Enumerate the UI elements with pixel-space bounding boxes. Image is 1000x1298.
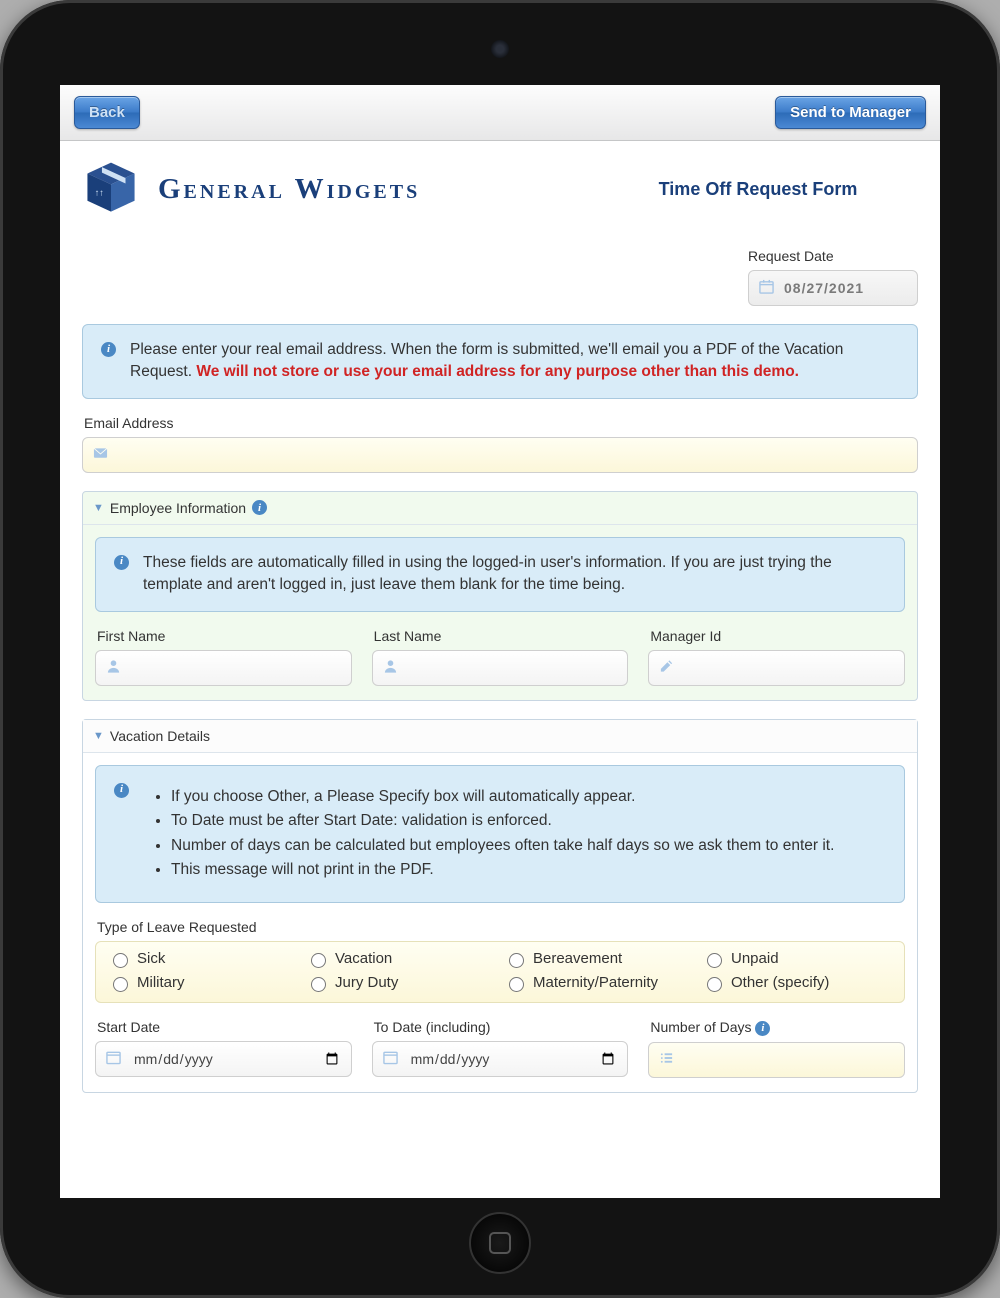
vacation-details-section: ▼ Vacation Details i If you choose Other… xyxy=(82,719,918,1093)
num-days-label: Number of Days i xyxy=(650,1019,903,1036)
email-notice: i Please enter your real email address. … xyxy=(82,324,918,399)
leave-type-radio[interactable] xyxy=(509,977,524,992)
manager-id-label: Manager Id xyxy=(650,628,903,644)
leave-type-text: Military xyxy=(137,974,185,991)
leave-type-text: Other (specify) xyxy=(731,974,829,991)
first-name-field[interactable] xyxy=(95,650,352,686)
to-date-field[interactable] xyxy=(372,1041,629,1077)
leave-type-text: Jury Duty xyxy=(335,974,398,991)
request-date-display: 08/27/2021 xyxy=(748,270,918,306)
leave-type-option[interactable]: Vacation xyxy=(306,950,496,968)
employee-info-notice-text: These fields are automatically filled in… xyxy=(143,552,886,597)
info-icon: i xyxy=(101,342,116,357)
info-icon: i xyxy=(114,783,129,798)
vacation-details-title: Vacation Details xyxy=(110,728,210,744)
mail-icon xyxy=(93,445,108,464)
first-name-label: First Name xyxy=(97,628,350,644)
info-icon[interactable]: i xyxy=(252,500,267,515)
start-date-input[interactable] xyxy=(132,1050,341,1068)
leave-type-text: Vacation xyxy=(335,950,392,967)
tablet-frame: Back Send to Manager ↑↑ General Widgets … xyxy=(0,0,1000,1298)
info-icon[interactable]: i xyxy=(755,1021,770,1036)
last-name-field[interactable] xyxy=(372,650,629,686)
start-date-field[interactable] xyxy=(95,1041,352,1077)
vacation-notice: i If you choose Other, a Please Specify … xyxy=(95,765,905,903)
email-notice-warning: We will not store or use your email addr… xyxy=(196,363,799,380)
brand-logo-block: ↑↑ General Widgets xyxy=(82,159,420,220)
num-days-field[interactable] xyxy=(648,1042,905,1078)
edit-icon xyxy=(659,658,674,677)
person-icon xyxy=(383,658,398,677)
back-button[interactable]: Back xyxy=(74,96,140,129)
form-content: ↑↑ General Widgets Time Off Request Form… xyxy=(60,141,940,1196)
to-date-label: To Date (including) xyxy=(374,1019,627,1035)
leave-type-text: Sick xyxy=(137,950,165,967)
calendar-icon xyxy=(383,1049,398,1068)
send-to-manager-button[interactable]: Send to Manager xyxy=(775,96,926,129)
leave-type-option[interactable]: Other (specify) xyxy=(702,974,892,992)
leave-type-label: Type of Leave Requested xyxy=(97,919,903,935)
leave-type-text: Unpaid xyxy=(731,950,779,967)
vacation-details-header[interactable]: ▼ Vacation Details xyxy=(83,720,917,753)
leave-type-text: Bereavement xyxy=(533,950,622,967)
vacation-notice-item: To Date must be after Start Date: valida… xyxy=(171,810,834,832)
vacation-notice-item: Number of days can be calculated but emp… xyxy=(171,835,834,857)
manager-id-field[interactable] xyxy=(648,650,905,686)
leave-type-radio[interactable] xyxy=(707,953,722,968)
employee-info-header[interactable]: ▼ Employee Information i xyxy=(83,492,917,525)
leave-type-option[interactable]: Bereavement xyxy=(504,950,694,968)
leave-type-radio[interactable] xyxy=(113,953,128,968)
leave-type-group: Sick Vacation Bereavement Unpaid Military Jur… xyxy=(95,941,905,1003)
person-icon xyxy=(106,658,121,677)
leave-type-option[interactable]: Military xyxy=(108,974,298,992)
request-date-value: 08/27/2021 xyxy=(784,280,864,296)
leave-type-radio[interactable] xyxy=(707,977,722,992)
leave-type-radio[interactable] xyxy=(509,953,524,968)
last-name-label: Last Name xyxy=(374,628,627,644)
info-icon: i xyxy=(114,555,129,570)
tablet-home-button[interactable] xyxy=(469,1212,531,1274)
form-title: Time Off Request Form xyxy=(598,179,918,200)
start-date-label: Start Date xyxy=(97,1019,350,1035)
leave-type-text: Maternity/Paternity xyxy=(533,974,658,991)
request-date-label: Request Date xyxy=(748,248,918,264)
brand-name: General Widgets xyxy=(158,173,420,206)
leave-type-radio[interactable] xyxy=(311,977,326,992)
chevron-down-icon: ▼ xyxy=(93,502,104,514)
leave-type-radio[interactable] xyxy=(113,977,128,992)
box-icon: ↑↑ xyxy=(82,159,140,220)
to-date-input[interactable] xyxy=(409,1050,618,1068)
list-icon xyxy=(659,1050,674,1069)
leave-type-option[interactable]: Unpaid xyxy=(702,950,892,968)
employee-info-title: Employee Information xyxy=(110,500,246,516)
calendar-icon xyxy=(759,279,774,297)
email-label: Email Address xyxy=(84,415,916,431)
email-field[interactable] xyxy=(82,437,918,473)
app-screen: Back Send to Manager ↑↑ General Widgets … xyxy=(60,85,940,1198)
leave-type-option[interactable]: Maternity/Paternity xyxy=(504,974,694,992)
calendar-icon xyxy=(106,1049,121,1068)
toolbar: Back Send to Manager xyxy=(60,85,940,141)
vacation-notice-list: If you choose Other, a Please Specify bo… xyxy=(143,784,834,884)
chevron-down-icon: ▼ xyxy=(93,730,104,742)
svg-text:↑↑: ↑↑ xyxy=(95,187,104,197)
leave-type-radio[interactable] xyxy=(311,953,326,968)
vacation-notice-item: This message will not print in the PDF. xyxy=(171,859,834,881)
employee-info-notice: i These fields are automatically filled … xyxy=(95,537,905,612)
leave-type-option[interactable]: Sick xyxy=(108,950,298,968)
leave-type-option[interactable]: Jury Duty xyxy=(306,974,496,992)
vacation-notice-item: If you choose Other, a Please Specify bo… xyxy=(171,786,834,808)
employee-info-section: ▼ Employee Information i i These fields … xyxy=(82,491,918,701)
tablet-camera xyxy=(491,40,509,58)
